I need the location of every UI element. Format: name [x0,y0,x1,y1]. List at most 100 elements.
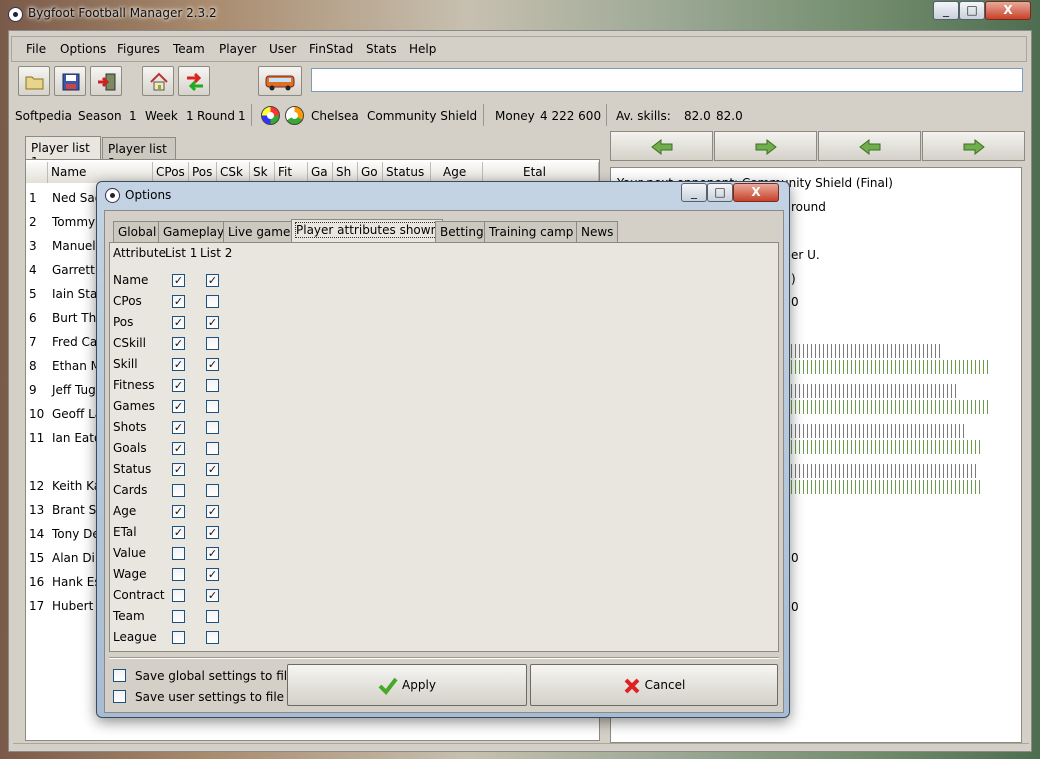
col-sh[interactable]: Sh [333,162,358,183]
attribute-list1-checkbox[interactable]: ✓ [172,337,185,350]
menu-stats[interactable]: Stats [366,42,397,56]
open-button[interactable] [18,66,50,96]
col-go[interactable]: Go [358,162,383,183]
options-dialog: Options _ □ X Global Gameplay Live game … [96,181,790,718]
save-user-checkbox[interactable] [113,690,126,703]
menu-finstad[interactable]: FinStad [309,42,353,56]
tab-live-game[interactable]: Live game [223,221,296,243]
tab-news[interactable]: News [576,221,619,243]
attribute-list1-checkbox[interactable]: ✓ [172,358,185,371]
menu-options[interactable]: Options [60,42,106,56]
col-etal[interactable]: Etal [483,162,599,183]
home-button[interactable] [142,66,174,96]
attribute-list1-checkbox[interactable]: ✓ [172,526,185,539]
menu-figures[interactable]: Figures [117,42,160,56]
tab-training-camp[interactable]: Training camp [484,221,579,243]
attribute-list2-checkbox[interactable]: ✓ [206,316,219,329]
tab-label: Gameplay [163,225,225,239]
attribute-list2-checkbox[interactable]: ✓ [206,568,219,581]
attribute-list2-checkbox[interactable]: ✓ [206,358,219,371]
col-sk[interactable]: Sk [250,162,275,183]
attribute-list2-checkbox[interactable] [206,442,219,455]
attribute-row: Team [110,606,310,627]
attribute-list1-checkbox[interactable] [172,568,185,581]
attribute-list1-checkbox[interactable]: ✓ [172,442,185,455]
attribute-list2-checkbox[interactable]: ✓ [206,547,219,560]
attribute-list1-checkbox[interactable]: ✓ [172,295,185,308]
dialog-maximize-button[interactable]: □ [707,183,733,202]
attribute-list2-checkbox[interactable]: ✓ [206,526,219,539]
dialog-ball-icon [105,188,120,203]
menu-user[interactable]: User [269,42,296,56]
attribute-list1-checkbox[interactable] [172,589,185,602]
attributes-tab-page: Attribute List 1 List 2 Name ✓ ✓ CPos ✓ Pos ✓ ✓… [109,242,779,652]
menu-file[interactable]: File [26,42,46,56]
tab-gameplay[interactable]: Gameplay [158,221,230,243]
tab-betting[interactable]: Betting [435,221,489,243]
col-name[interactable]: Name [48,162,153,183]
exit-button[interactable] [90,66,122,96]
info-fragment: 0 [791,600,799,614]
app-title: Bygfoot Football Manager 2.3.2 [28,6,217,20]
col-cpos[interactable]: CPos [153,162,189,183]
close-button[interactable]: X [985,1,1031,20]
toolbar-entry[interactable] [311,68,1023,92]
attribute-list2-checkbox[interactable]: ✓ [206,274,219,287]
attribute-list2-checkbox[interactable] [206,484,219,497]
maximize-button[interactable]: □ [959,1,985,20]
prev-button[interactable] [610,131,713,161]
tab-player-attributes[interactable]: Player attributes shown [291,219,444,243]
save-user-option[interactable]: Save user settings to file [109,687,289,707]
new-week-button[interactable] [258,66,302,96]
menu-player[interactable]: Player [219,42,256,56]
cancel-button[interactable]: Cancel [530,664,778,706]
attribute-list1-checkbox[interactable] [172,610,185,623]
menu-help[interactable]: Help [409,42,436,56]
attribute-list2-checkbox[interactable] [206,295,219,308]
next-button[interactable] [714,131,817,161]
col-ga[interactable]: Ga [308,162,333,183]
tab-player-list-2[interactable]: Player list 2 [102,137,176,170]
attribute-list2-checkbox[interactable] [206,337,219,350]
info-fragment: ) [791,272,796,286]
attribute-list1-checkbox[interactable]: ✓ [172,400,185,413]
apply-button[interactable]: Apply [287,664,527,706]
attribute-list2-checkbox[interactable]: ✓ [206,505,219,518]
attribute-list1-checkbox[interactable]: ✓ [172,421,185,434]
attribute-list1-checkbox[interactable] [172,631,185,644]
col-status[interactable]: Status [383,162,431,183]
attribute-list1-checkbox[interactable] [172,484,185,497]
prev-button-2[interactable] [818,131,921,161]
attribute-list2-checkbox[interactable] [206,421,219,434]
attribute-list1-checkbox[interactable] [172,547,185,560]
attribute-row: Status ✓ ✓ [110,459,310,480]
attribute-list2-checkbox[interactable] [206,379,219,392]
menu-team[interactable]: Team [173,42,205,56]
save-global-option[interactable]: Save global settings to file [109,666,295,686]
tab-player-list-1[interactable]: Player list 1 [25,136,101,169]
save-global-checkbox[interactable] [113,669,126,682]
attribute-list1-checkbox[interactable]: ✓ [172,463,185,476]
col-csk[interactable]: CSk [217,162,250,183]
col-pos[interactable]: Pos [189,162,217,183]
attribute-list2-checkbox[interactable] [206,400,219,413]
attribute-list2-checkbox[interactable]: ✓ [206,589,219,602]
tab-label: News [581,225,614,239]
save-button[interactable] [54,66,86,96]
transfer-button[interactable] [178,66,210,96]
dialog-minimize-button[interactable]: _ [681,183,707,202]
tab-global[interactable]: Global [113,221,162,243]
next-button-2[interactable] [922,131,1025,161]
col-fit[interactable]: Fit [275,162,308,183]
attribute-list1-checkbox[interactable]: ✓ [172,505,185,518]
col-age[interactable]: Age [431,162,483,183]
player-name: Ned Sag [52,191,103,205]
attribute-list1-checkbox[interactable]: ✓ [172,316,185,329]
attribute-list2-checkbox[interactable]: ✓ [206,463,219,476]
attribute-list1-checkbox[interactable]: ✓ [172,274,185,287]
attribute-list2-checkbox[interactable] [206,610,219,623]
dialog-close-button[interactable]: X [733,183,779,202]
attribute-list1-checkbox[interactable]: ✓ [172,379,185,392]
minimize-button[interactable]: _ [933,1,959,20]
attribute-list2-checkbox[interactable] [206,631,219,644]
